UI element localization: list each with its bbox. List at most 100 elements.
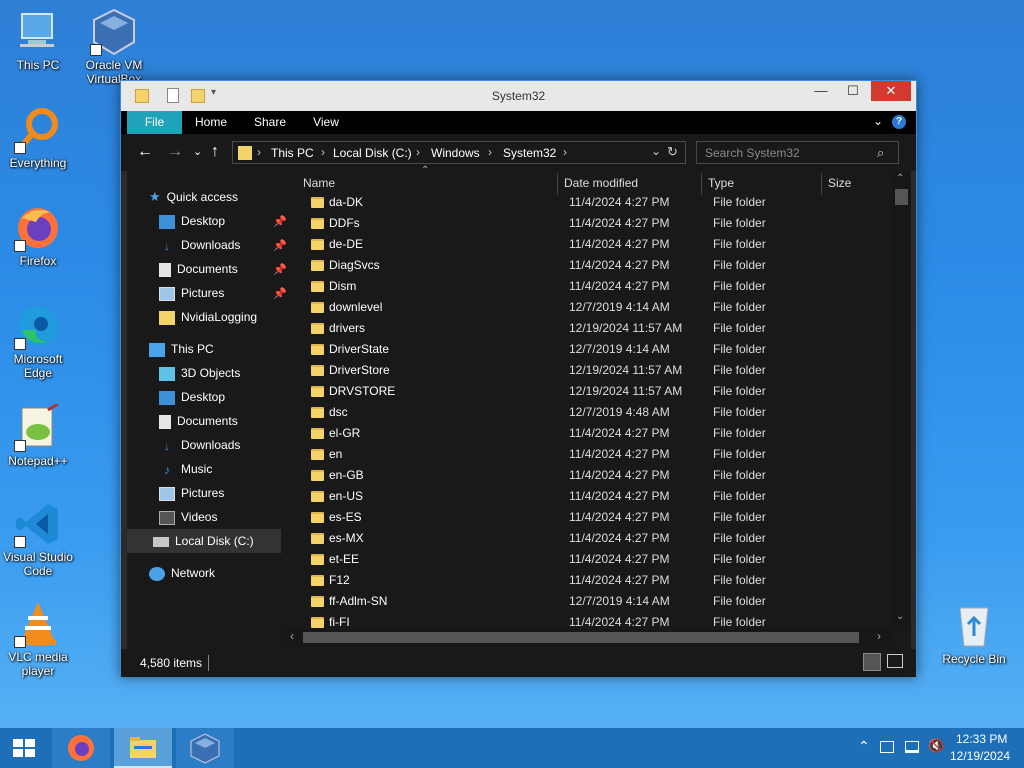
network-icon[interactable] [905,741,919,753]
breadcrumb-windows[interactable]: Windows [431,146,480,160]
file-row[interactable]: DriverStore 12/19/2024 11:57 AM File folde… [287,360,891,381]
desktop-icon-vscode[interactable]: Visual Studio Code [0,500,76,578]
tab-home[interactable]: Home [187,111,235,134]
file-name: dsc [329,405,348,419]
scroll-down-chevron-icon[interactable]: ⌄ [896,611,904,622]
breadcrumb-separator[interactable]: › [488,145,492,159]
title-bar[interactable]: ▾ System32 — ☐ ✕ [121,81,916,111]
breadcrumb-this-pc[interactable]: This PC [271,146,314,160]
desktop-icon-firefox[interactable]: Firefox [0,204,76,268]
back-arrow-icon[interactable]: ← [137,142,153,162]
file-row[interactable]: de-DE 11/4/2024 4:27 PM File folder [287,234,891,255]
address-bar[interactable]: › This PC › Local Disk (C:) › Windows › … [232,141,686,164]
file-row[interactable]: Dism 11/4/2024 4:27 PM File folder [287,276,891,297]
nav-network[interactable]: Network [149,561,215,585]
search-input[interactable]: Search System32 [705,146,800,160]
scroll-right-chevron-icon[interactable]: › [877,629,881,643]
nav-item-pc-downloads[interactable]: ↓ Downloads [159,433,240,457]
horizontal-scrollbar[interactable]: ‹ › [287,629,891,646]
file-row[interactable]: es-ES 11/4/2024 4:27 PM File folder [287,507,891,528]
details-view-icon[interactable] [863,653,881,671]
nav-quick-access[interactable]: ★ Quick access [149,185,238,209]
file-row[interactable]: el-GR 11/4/2024 4:27 PM File folder [287,423,891,444]
taskbar-virtualbox[interactable] [176,728,234,768]
file-name: ff-Adlm-SN [329,594,388,608]
desktop-icon-virtualbox[interactable]: Oracle VM VirtualBox [76,8,152,86]
large-icons-view-icon[interactable] [887,654,903,668]
nav-item-pictures[interactable]: Pictures [159,281,224,305]
tab-share[interactable]: Share [245,111,295,134]
scroll-left-chevron-icon[interactable]: ‹ [290,629,294,643]
breadcrumb-separator[interactable]: › [321,145,325,159]
maximize-button[interactable]: ☐ [837,81,869,101]
file-row[interactable]: drivers 12/19/2024 11:57 AM File folder [287,318,891,339]
nav-item-nvidialogging[interactable]: NvidiaLogging [159,305,257,329]
up-arrow-icon[interactable]: ↑ [211,142,219,162]
file-row[interactable]: DRVSTORE 12/19/2024 11:57 AM File folder [287,381,891,402]
taskbar-firefox[interactable] [52,728,110,768]
file-row[interactable]: ff-Adlm-SN 12/7/2019 4:14 AM File folder [287,591,891,612]
file-row[interactable]: F12 11/4/2024 4:27 PM File folder [287,570,891,591]
desktop-icon-edge[interactable]: Microsoft Edge [0,302,76,380]
file-row[interactable]: en 11/4/2024 4:27 PM File folder [287,444,891,465]
file-row[interactable]: es-MX 11/4/2024 4:27 PM File folder [287,528,891,549]
address-dropdown-chevron-icon[interactable]: ⌄ [651,144,661,158]
file-row[interactable]: downlevel 12/7/2019 4:14 AM File folder [287,297,891,318]
scroll-thumb[interactable] [303,632,859,643]
breadcrumb-separator[interactable]: › [416,145,420,159]
file-row[interactable]: DiagSvcs 11/4/2024 4:27 PM File folder [287,255,891,276]
nav-item-desktop[interactable]: Desktop [159,209,225,233]
speaker-muted-icon[interactable]: 🔇 [928,738,944,754]
nav-item-pc-documents[interactable]: Documents [159,409,238,433]
file-row[interactable]: da-DK 11/4/2024 4:27 PM File folder [287,192,891,213]
help-icon[interactable]: ? [892,115,906,129]
file-row[interactable]: dsc 12/7/2019 4:48 AM File folder [287,402,891,423]
nav-item-documents[interactable]: Documents [159,257,238,281]
forward-arrow-icon[interactable]: → [167,142,183,162]
nav-item-music[interactable]: ♪ Music [159,457,212,481]
file-row[interactable]: en-US 11/4/2024 4:27 PM File folder [287,486,891,507]
start-button[interactable] [0,728,48,768]
scroll-up-chevron-icon[interactable]: ⌃ [896,173,904,184]
desktop-icon-this-pc[interactable]: This PC [0,8,76,72]
security-icon[interactable] [880,741,894,753]
desktop-icon-notepadpp[interactable]: Notepad++ [0,402,76,468]
taskbar-file-explorer[interactable] [114,728,172,768]
tab-view[interactable]: View [303,111,349,134]
status-divider [208,655,209,671]
breadcrumb-local-disk[interactable]: Local Disk (C:) [333,146,412,160]
search-box[interactable]: Search System32 ⌕ [696,141,899,164]
clock-time[interactable]: 12:33 PM [956,732,1007,746]
close-button[interactable]: ✕ [871,81,911,101]
file-row[interactable]: DriverState 12/7/2019 4:14 AM File folder [287,339,891,360]
file-row[interactable]: DDFs 11/4/2024 4:27 PM File folder [287,213,891,234]
desktop-icon-recycle-bin[interactable]: Recycle Bin [936,602,1012,666]
breadcrumb-separator[interactable]: › [563,145,567,159]
breadcrumb-system32[interactable]: System32 [503,146,556,160]
nav-item-local-disk[interactable]: Local Disk (C:) [127,529,281,553]
expand-ribbon-chevron-icon[interactable]: ⌄ [873,114,883,128]
scroll-thumb[interactable] [895,189,908,205]
recent-locations-chevron-icon[interactable]: ⌄ [193,142,202,162]
firefox-icon [14,204,62,252]
file-explorer-window[interactable]: ▾ System32 — ☐ ✕ File Home Share View ⌄ … [120,80,917,677]
file-type: File folder [713,510,766,524]
nav-item-3d-objects[interactable]: 3D Objects [159,361,240,385]
nav-item-pc-desktop[interactable]: Desktop [159,385,225,409]
clock-date[interactable]: 12/19/2024 [950,749,1010,763]
nav-item-videos[interactable]: Videos [159,505,217,529]
vertical-scrollbar[interactable]: ⌃ ⌄ [893,171,910,626]
desktop-icon-vlc[interactable]: VLC media player [0,600,76,678]
minimize-button[interactable]: — [805,81,837,101]
nav-this-pc[interactable]: This PC [149,337,214,361]
show-hidden-icons-chevron-icon[interactable]: ⌃ [858,738,870,755]
file-row[interactable]: et-EE 11/4/2024 4:27 PM File folder [287,549,891,570]
file-name: el-GR [329,426,361,440]
desktop-icon-everything[interactable]: Everything [0,106,76,170]
nav-item-pc-pictures[interactable]: Pictures [159,481,224,505]
tab-file[interactable]: File [127,111,182,134]
file-row[interactable]: en-GB 11/4/2024 4:27 PM File folder [287,465,891,486]
nav-item-downloads[interactable]: ↓ Downloads [159,233,240,257]
network-icon [149,566,165,581]
refresh-icon[interactable]: ↻ [667,144,678,160]
